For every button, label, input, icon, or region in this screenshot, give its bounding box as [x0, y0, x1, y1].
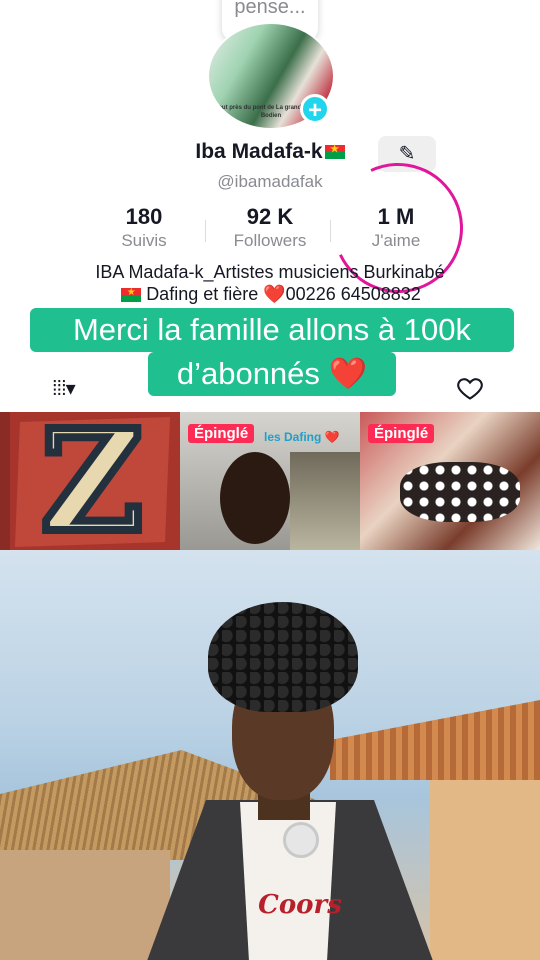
bio-line-1: IBA Madafa-k_Artistes musiciens Burkinab… — [95, 262, 445, 282]
wall-image — [430, 780, 540, 960]
pinned-badge: Épinglé — [188, 424, 255, 443]
profile-handle: @ibamadafak — [217, 172, 323, 191]
videos-tab[interactable]: ⁞⁞⁞▾ — [52, 376, 76, 401]
stat-followers-label: Followers — [233, 231, 307, 250]
video-thumbnail[interactable]: Épinglé — [360, 412, 540, 550]
burkina-flag-icon — [121, 287, 142, 303]
bio-line-2: Dafing et fière ❤️00226 64508832 — [146, 284, 421, 304]
add-story-button[interactable]: + — [300, 94, 330, 124]
caption-line-2: d’abonnés ❤️ — [148, 352, 396, 396]
wall-image — [0, 850, 170, 960]
bio-line-2-row: Dafing et fière ❤️00226 64508832 — [0, 284, 540, 305]
stat-divider — [205, 220, 206, 242]
profile-name-row: Iba Madafa-k — [0, 140, 540, 164]
plus-icon: + — [307, 97, 322, 124]
shirt-logo-text: Coors — [258, 890, 342, 920]
tin-roof-image — [330, 700, 540, 780]
pencil-icon: ✎ — [398, 143, 416, 165]
stat-followers-value: 92 K — [246, 204, 294, 229]
patterned-fabric-image — [400, 462, 520, 522]
svg-text:Z: Z — [41, 412, 143, 550]
stat-following-value: 180 — [125, 204, 163, 229]
caption-line-1: Merci la famille allons à 100k — [30, 308, 514, 352]
hair-image — [208, 602, 358, 712]
stat-followers[interactable]: 92 K Followers — [210, 204, 330, 251]
burkina-flag-icon — [324, 144, 345, 160]
background-image — [290, 452, 360, 550]
video-thumbnail[interactable]: Épinglé les Dafing ❤️ — [180, 412, 360, 550]
stat-following-label: Suivis — [121, 231, 167, 250]
pinned-badge: Épinglé — [368, 424, 435, 443]
z-logo-image: Z — [10, 412, 180, 550]
video-player[interactable]: Coors — [0, 550, 540, 960]
stat-following[interactable]: 180 Suivis — [84, 204, 204, 251]
grid-icon: ⁞⁞⁞▾ — [52, 378, 76, 400]
face-image — [220, 452, 290, 544]
video-thumbnail[interactable]: Z — [0, 412, 180, 550]
profile-name: Iba Madafa-k — [195, 140, 323, 163]
heart-outline-icon[interactable] — [456, 374, 484, 402]
pendant-image — [283, 822, 319, 858]
thought-bubble-text: pense... — [234, 0, 306, 18]
stat-divider — [330, 220, 331, 242]
thumbnail-caption: les Dafing ❤️ — [264, 430, 340, 444]
